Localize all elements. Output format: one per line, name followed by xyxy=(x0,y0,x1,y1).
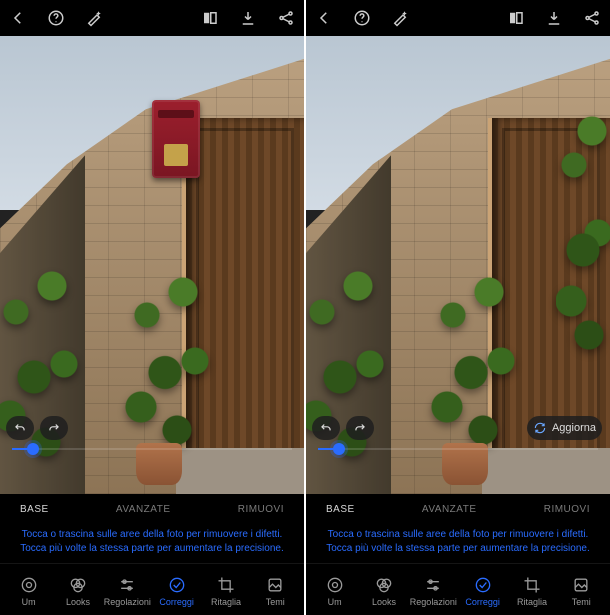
undo-redo-group xyxy=(312,416,374,440)
mailbox-object xyxy=(152,100,200,178)
correction-tabs: BASE AVANZATE RIMUOVI xyxy=(306,500,610,522)
tab-avanzate[interactable]: AVANZATE xyxy=(114,500,173,522)
top-toolbar xyxy=(306,0,610,36)
nav-um[interactable]: Um xyxy=(4,571,53,611)
back-button[interactable] xyxy=(312,6,336,30)
refresh-label: Aggiorna xyxy=(552,422,596,434)
slider-thumb[interactable] xyxy=(27,443,39,455)
back-button[interactable] xyxy=(6,6,30,30)
help-button[interactable] xyxy=(44,6,68,30)
nav-ritaglia[interactable]: Ritaglia xyxy=(507,571,556,611)
undo-redo-group xyxy=(6,416,68,440)
nav-regolazioni[interactable]: Regolazioni xyxy=(409,571,458,611)
download-button[interactable] xyxy=(542,6,566,30)
download-button[interactable] xyxy=(236,6,260,30)
dual-panel-container: BASE AVANZATE RIMUOVI Tocca o trascina s… xyxy=(0,0,610,615)
hint-line1: Tocca o trascina sulle aree della foto p… xyxy=(22,529,283,540)
right-panel: Aggiorna BASE AVANZATE RIMUOVI Tocca o t… xyxy=(306,0,610,615)
refresh-chip[interactable]: Aggiorna xyxy=(527,416,602,440)
compare-button[interactable] xyxy=(504,6,528,30)
tab-avanzate[interactable]: AVANZATE xyxy=(420,500,479,522)
auto-enhance-button[interactable] xyxy=(82,6,106,30)
tab-base[interactable]: BASE xyxy=(324,500,357,522)
tab-rimuovi[interactable]: RIMUOVI xyxy=(542,500,592,522)
redo-button[interactable] xyxy=(346,416,374,440)
nav-correggi[interactable]: Correggi xyxy=(152,571,201,611)
top-toolbar xyxy=(0,0,304,36)
hint-line2: Tocca più volte la stessa parte per aume… xyxy=(326,543,589,554)
tab-base[interactable]: BASE xyxy=(18,500,51,522)
nav-looks[interactable]: Looks xyxy=(53,571,102,611)
tab-rimuovi[interactable]: RIMUOVI xyxy=(236,500,286,522)
help-button[interactable] xyxy=(350,6,374,30)
nav-ritaglia[interactable]: Ritaglia xyxy=(201,571,250,611)
undo-button[interactable] xyxy=(6,416,34,440)
photo-canvas[interactable]: Aggiorna xyxy=(306,36,610,494)
slider-thumb[interactable] xyxy=(333,443,345,455)
nav-temi[interactable]: Temi xyxy=(251,571,300,611)
nav-temi[interactable]: Temi xyxy=(557,571,606,611)
nav-correggi[interactable]: Correggi xyxy=(458,571,507,611)
nav-regolazioni[interactable]: Regolazioni xyxy=(103,571,152,611)
hint-line2: Tocca più volte la stessa parte per aume… xyxy=(20,543,283,554)
share-button[interactable] xyxy=(274,6,298,30)
bottom-nav: Um Looks Regolazioni Correggi Ritaglia T… xyxy=(0,563,304,615)
brush-size-slider[interactable] xyxy=(306,442,610,456)
hint-text: Tocca o trascina sulle aree della foto p… xyxy=(0,522,304,563)
nav-um[interactable]: Um xyxy=(310,571,359,611)
bottom-nav: Um Looks Regolazioni Correggi Ritaglia T… xyxy=(306,563,610,615)
redo-button[interactable] xyxy=(40,416,68,440)
undo-button[interactable] xyxy=(312,416,340,440)
compare-button[interactable] xyxy=(198,6,222,30)
brush-size-slider[interactable] xyxy=(0,442,304,456)
photo-canvas[interactable] xyxy=(0,36,304,494)
left-panel: BASE AVANZATE RIMUOVI Tocca o trascina s… xyxy=(0,0,304,615)
hint-text: Tocca o trascina sulle aree della foto p… xyxy=(306,522,610,563)
nav-looks[interactable]: Looks xyxy=(359,571,408,611)
share-button[interactable] xyxy=(580,6,604,30)
correction-tabs: BASE AVANZATE RIMUOVI xyxy=(0,500,304,522)
refresh-icon xyxy=(533,421,547,435)
hint-line1: Tocca o trascina sulle aree della foto p… xyxy=(328,529,589,540)
auto-enhance-button[interactable] xyxy=(388,6,412,30)
